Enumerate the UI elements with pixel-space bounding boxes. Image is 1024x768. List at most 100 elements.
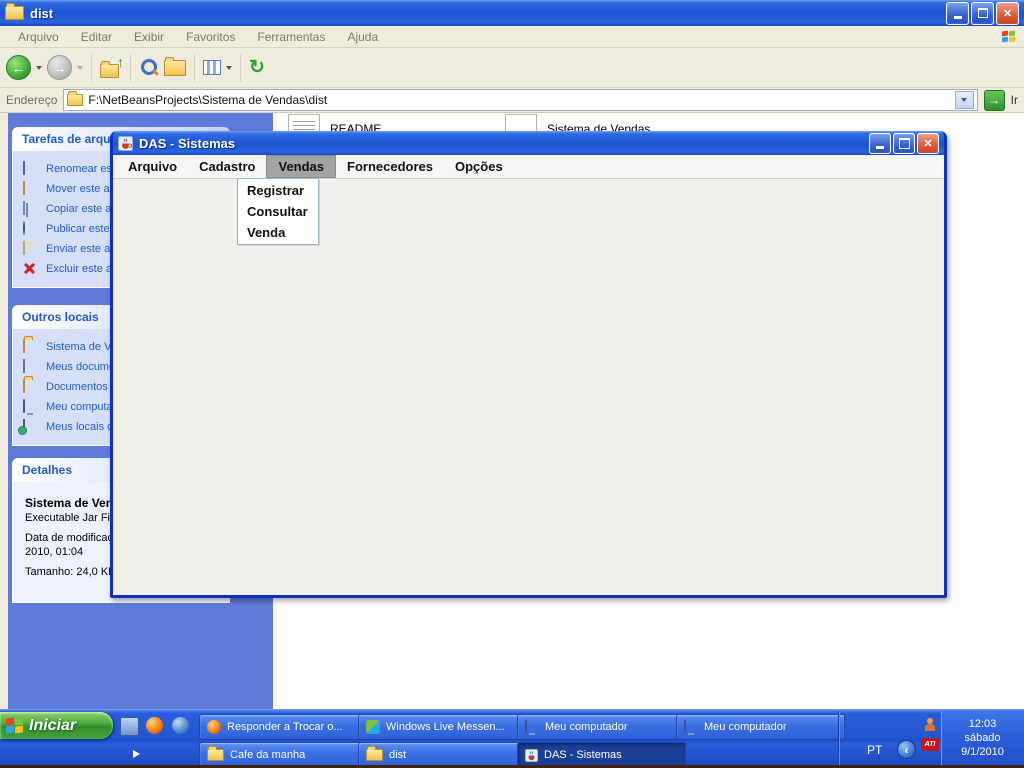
views-button[interactable] <box>203 60 221 75</box>
sync-icon[interactable]: ↻ <box>249 58 265 77</box>
menu-ferramentas[interactable]: Ferramentas <box>247 28 335 46</box>
ati-tray-icon[interactable]: ATI <box>921 738 939 751</box>
messenger-icon <box>366 720 380 734</box>
window-edge <box>0 112 8 710</box>
taskbar-button-meu-computador-1[interactable]: Meu computador <box>517 714 686 740</box>
address-path: F:\NetBeansProjects\Sistema de Vendas\di… <box>88 93 328 107</box>
clock-date: 9/1/2010 <box>961 746 1004 758</box>
windows-logo-icon <box>6 717 24 734</box>
minimize-button[interactable] <box>946 1 969 25</box>
das-menu-cadastro[interactable]: Cadastro <box>188 155 266 178</box>
taskbar-button-cafe-da-manha[interactable]: Cafe da manha <box>199 742 368 768</box>
back-icon: ← <box>11 59 26 76</box>
taskbar-button-dist[interactable]: dist <box>358 742 527 768</box>
address-label: Endereço <box>6 93 58 107</box>
java-icon <box>118 135 133 151</box>
das-menu-opcoes[interactable]: Opções <box>444 155 514 178</box>
close-button[interactable]: ✕ <box>996 1 1019 25</box>
go-icon: → <box>988 93 1001 107</box>
tray-collapse-button[interactable]: ‹ <box>897 740 916 759</box>
computer-icon <box>525 719 527 733</box>
das-titlebar[interactable]: DAS - Sistemas ✕ <box>113 131 944 155</box>
taskbar: Iniciar Responder a Trocar o... Windows … <box>0 709 1024 768</box>
taskbar-button-firefox[interactable]: Responder a Trocar o... <box>199 714 368 740</box>
up-button[interactable]: ↑ <box>100 54 124 78</box>
menu-arquivo[interactable]: Arquivo <box>8 28 69 46</box>
das-minimize-button[interactable] <box>869 132 891 154</box>
folders-button[interactable] <box>164 56 186 76</box>
das-maximize-button[interactable] <box>893 132 915 154</box>
menu-favoritos[interactable]: Favoritos <box>176 28 245 46</box>
close-icon: ✕ <box>923 137 933 150</box>
back-dropdown-icon[interactable] <box>36 65 42 70</box>
firefox-icon <box>207 720 221 734</box>
browser-quicklaunch-icon[interactable] <box>172 717 189 734</box>
explorer-window-title: dist <box>30 5 54 21</box>
clock[interactable]: 12:03 sábado 9/1/2010 <box>941 711 1024 765</box>
clock-day: sábado <box>964 732 1001 744</box>
search-button[interactable] <box>139 58 159 78</box>
documents-icon <box>23 359 25 373</box>
forward-button[interactable]: → <box>47 55 72 80</box>
menu-ajuda[interactable]: Ajuda <box>337 28 388 46</box>
firefox-quicklaunch-icon[interactable] <box>146 717 163 734</box>
das-menu-fornecedores[interactable]: Fornecedores <box>336 155 444 178</box>
folder-icon <box>5 3 24 20</box>
toolbar-separator <box>194 53 195 82</box>
tasks-panel-title: Tarefas de arqu <box>22 132 111 146</box>
start-button[interactable]: Iniciar <box>0 712 113 739</box>
das-dropdown-item-registrar[interactable]: Registrar <box>238 180 318 201</box>
collapse-icon: ‹ <box>904 742 909 757</box>
explorer-menubar: Arquivo Editar Exibir Favoritos Ferramen… <box>0 26 1024 48</box>
places-panel-title: Outros locais <box>22 310 99 324</box>
das-vendas-dropdown: Registrar Consultar Venda <box>237 178 319 245</box>
forward-dropdown-icon[interactable] <box>77 65 83 70</box>
das-menu-arquivo[interactable]: Arquivo <box>117 155 188 178</box>
toolbar-separator <box>91 53 92 82</box>
toolbar-separator <box>240 53 241 82</box>
folder-icon <box>23 379 25 393</box>
das-menubar: Arquivo Cadastro Vendas Fornecedores Opç… <box>113 155 944 179</box>
das-window: DAS - Sistemas ✕ Arquivo Cadastro Vendas… <box>110 131 947 598</box>
menu-editar[interactable]: Editar <box>71 28 122 46</box>
das-dropdown-item-consultar[interactable]: Consultar <box>238 201 318 222</box>
folder-icon <box>366 746 383 761</box>
go-button[interactable]: → <box>983 89 1005 111</box>
taskbar-button-messenger[interactable]: Windows Live Messen... <box>358 714 527 740</box>
das-dropdown-item-venda[interactable]: Venda <box>238 222 318 243</box>
das-close-button[interactable]: ✕ <box>917 132 939 154</box>
close-icon: ✕ <box>1002 7 1013 20</box>
menu-exibir[interactable]: Exibir <box>124 28 174 46</box>
address-input[interactable]: F:\NetBeansProjects\Sistema de Vendas\di… <box>63 89 978 111</box>
publish-icon <box>23 221 25 235</box>
taskbar-button-meu-computador-2[interactable]: Meu computador <box>676 714 845 740</box>
system-tray: PT ‹ ATI 12:03 sábado 9/1/2010 <box>838 711 1024 765</box>
computer-icon <box>23 399 25 413</box>
toolbar-separator <box>130 53 131 82</box>
computer-icon <box>684 719 686 733</box>
show-desktop-icon[interactable] <box>120 717 139 736</box>
explorer-titlebar[interactable]: dist ✕ <box>0 0 1024 26</box>
go-label[interactable]: Ir <box>1011 93 1018 107</box>
taskbar-button-das-sistemas[interactable]: DAS - Sistemas <box>517 742 686 768</box>
network-icon <box>23 419 25 433</box>
details-panel-title: Detalhes <box>22 463 73 477</box>
das-window-title: DAS - Sistemas <box>139 135 236 151</box>
language-indicator[interactable]: PT <box>867 743 882 757</box>
das-menu-vendas[interactable]: Vendas <box>266 155 337 178</box>
copy-icon <box>23 201 25 215</box>
java-icon <box>525 748 538 762</box>
folder-icon <box>23 339 25 353</box>
forward-icon: → <box>52 59 67 76</box>
restore-button[interactable] <box>971 1 994 25</box>
rename-icon <box>23 161 25 175</box>
folder-icon <box>207 746 224 761</box>
messenger-tray-icon[interactable] <box>923 718 936 731</box>
views-dropdown-icon[interactable] <box>226 65 232 70</box>
start-label: Iniciar <box>29 716 77 734</box>
explorer-toolbar: ← → ↑ ↻ <box>0 48 1024 88</box>
folder-icon <box>67 91 84 106</box>
back-button[interactable]: ← <box>6 55 31 80</box>
explorer-addressbar: Endereço F:\NetBeansProjects\Sistema de … <box>0 88 1024 113</box>
address-dropdown-button[interactable] <box>954 91 974 109</box>
